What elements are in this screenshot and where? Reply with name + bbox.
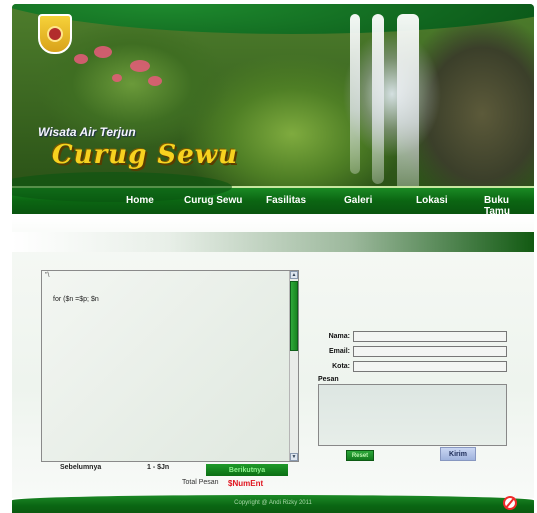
scroll-up-icon[interactable]: ▲ [290, 271, 298, 279]
waterfall-stream-1 [350, 14, 360, 174]
nav-lokasi[interactable]: Lokasi [416, 195, 448, 206]
main-nav: Home Curug Sewu Fasilitas Galeri Lokasi … [12, 172, 534, 214]
email-label: Email: [328, 348, 350, 355]
name-field[interactable] [353, 331, 507, 342]
name-label: Nama: [328, 333, 350, 340]
no-entry-icon[interactable] [503, 496, 517, 510]
send-button[interactable]: Kirim [440, 447, 476, 461]
flower-decoration [112, 74, 122, 82]
emblem-icon [38, 14, 72, 54]
scroll-down-icon[interactable]: ▼ [290, 453, 298, 461]
pager-range: 1 - $Jn [147, 464, 170, 471]
reset-button[interactable]: Reset [346, 450, 374, 461]
nav-curug-sewu[interactable]: Curug Sewu [184, 195, 242, 206]
emblem-center [47, 26, 63, 42]
city-label: Kota: [332, 363, 350, 370]
flower-decoration [74, 54, 88, 64]
vertical-scrollbar[interactable]: ▲ ▼ [289, 271, 298, 461]
flower-decoration [94, 46, 112, 58]
message-textarea[interactable] [318, 384, 507, 446]
city-field[interactable] [353, 361, 507, 372]
banner-arc [12, 4, 534, 34]
message-entry: for ($n =$p; $n [53, 296, 99, 303]
header-banner: Wisata Air Terjun Curug Sewu Home Curug … [12, 4, 534, 214]
total-messages-label: Total Pesan [182, 479, 219, 486]
section-stripe [12, 232, 534, 252]
pager-next-button[interactable]: Berikutnya [206, 464, 288, 476]
footer-bar: Copyright @ Andi Rizky 2011 [12, 495, 534, 513]
total-messages-value: $NumEnt [228, 479, 264, 488]
scroll-marker: "\ [45, 272, 50, 279]
message-list-box[interactable]: "\ for ($n =$p; $n ▲ ▼ [41, 270, 299, 462]
nav-fasilitas[interactable]: Fasilitas [266, 195, 306, 206]
email-field[interactable] [353, 346, 507, 357]
waterfall-stream-3 [397, 14, 419, 194]
flower-decoration [148, 76, 162, 86]
nav-buku-tamu[interactable]: Buku Tamu [484, 195, 534, 214]
site-title: Curug Sewu [52, 140, 239, 170]
message-label: Pesan [318, 376, 339, 383]
nav-home[interactable]: Home [126, 195, 154, 206]
waterfall-stream-2 [372, 14, 384, 184]
pager-prev-link[interactable]: Sebelumnya [60, 464, 101, 471]
flower-decoration [130, 60, 150, 72]
site-subtitle: Wisata Air Terjun [38, 125, 136, 139]
scroll-thumb[interactable] [290, 281, 298, 351]
copyright-text: Copyright @ Andi Rizky 2011 [234, 500, 312, 506]
nav-galeri[interactable]: Galeri [344, 195, 372, 206]
